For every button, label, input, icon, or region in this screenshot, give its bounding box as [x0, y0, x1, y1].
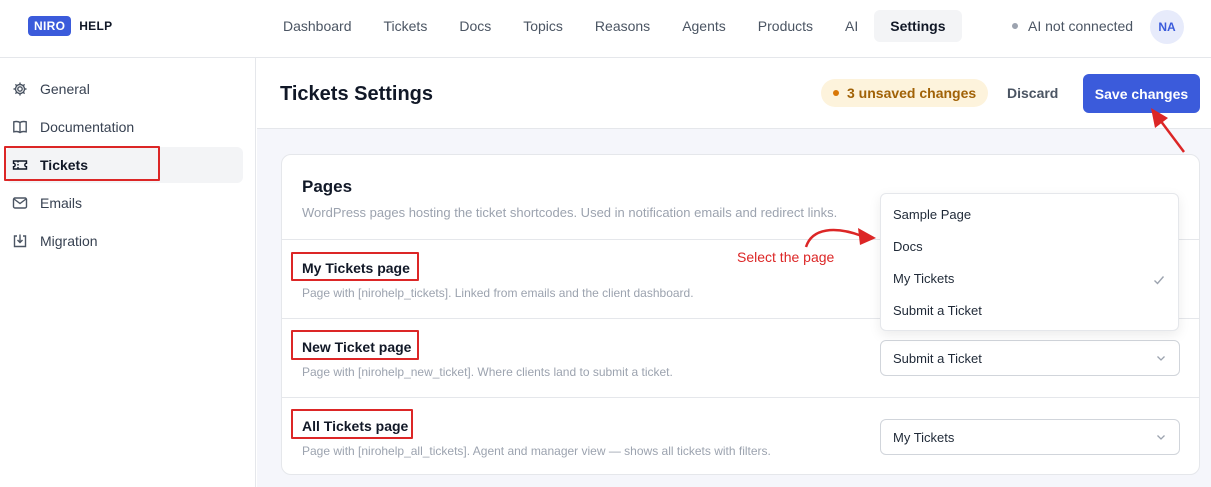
main-nav: Dashboard Tickets Docs Topics Reasons Ag…	[267, 10, 962, 42]
card-title: Pages	[302, 177, 353, 196]
sidebar-item-label: Documentation	[40, 119, 135, 135]
page-select-dropdown: Sample Page Docs My Tickets Submit a Tic…	[880, 193, 1179, 331]
dropdown-option-docs[interactable]: Docs	[893, 237, 923, 257]
discard-button[interactable]: Discard	[991, 78, 1074, 108]
avatar[interactable]: NA	[1150, 10, 1184, 44]
select-value: Submit a Ticket	[893, 350, 982, 366]
nav-dashboard[interactable]: Dashboard	[267, 10, 368, 42]
mail-icon	[12, 195, 28, 211]
dropdown-option-sample-page[interactable]: Sample Page	[893, 205, 971, 225]
row-all-tickets-page: All Tickets page Page with [nirohelp_all…	[282, 397, 1199, 476]
ai-status: AI not connected	[1012, 18, 1133, 34]
nav-ai[interactable]: AI	[829, 10, 874, 42]
save-changes-button[interactable]: Save changes	[1083, 74, 1200, 113]
status-dot	[1012, 23, 1018, 29]
nav-reasons[interactable]: Reasons	[579, 10, 666, 42]
unsaved-changes-badge: 3 unsaved changes	[821, 79, 989, 107]
sidebar-item-label: General	[40, 81, 90, 97]
highlight-my-tickets-label	[291, 252, 419, 281]
chevron-down-icon	[1157, 435, 1165, 440]
sidebar-item-general[interactable]: General	[6, 71, 243, 107]
highlight-tickets-sidebar	[4, 146, 160, 181]
gear-icon	[12, 81, 28, 97]
brand-logo[interactable]: NIRO HELP	[28, 16, 112, 36]
nav-tickets[interactable]: Tickets	[368, 10, 444, 42]
dropdown-option-submit-ticket[interactable]: Submit a Ticket	[893, 301, 982, 321]
brand-name: HELP	[79, 19, 113, 33]
page-title: Tickets Settings	[280, 83, 434, 105]
page-header: Tickets Settings 3 unsaved changes Disca…	[257, 58, 1211, 129]
dropdown-option-my-tickets[interactable]: My Tickets	[893, 269, 954, 289]
row-description: Page with [nirohelp_tickets]. Linked fro…	[302, 286, 694, 300]
ai-status-label: AI not connected	[1028, 18, 1134, 34]
card-description: WordPress pages hosting the ticket short…	[302, 205, 838, 220]
brand-badge: NIRO	[28, 16, 72, 36]
row-description: Page with [nirohelp_new_ticket]. Where c…	[302, 365, 673, 379]
unsaved-label: 3 unsaved changes	[847, 85, 977, 101]
nav-topics[interactable]: Topics	[507, 10, 579, 42]
sidebar-item-label: Emails	[40, 195, 83, 211]
top-bar: NIRO HELP Dashboard Tickets Docs Topics …	[0, 0, 1211, 58]
chevron-down-icon	[1157, 356, 1165, 361]
row-description: Page with [nirohelp_all_tickets]. Agent …	[302, 444, 771, 458]
nav-agents[interactable]: Agents	[666, 10, 742, 42]
check-icon	[1154, 276, 1165, 285]
highlight-new-ticket-label	[291, 330, 419, 360]
sidebar-item-migration[interactable]: Migration	[6, 223, 243, 259]
all-tickets-page-select[interactable]: My Tickets	[880, 419, 1180, 455]
import-icon	[12, 233, 28, 249]
unsaved-dot	[833, 90, 839, 96]
new-ticket-page-select[interactable]: Submit a Ticket	[880, 340, 1180, 376]
sidebar: General Documentation Tickets Emails Mig…	[0, 58, 256, 487]
sidebar-item-emails[interactable]: Emails	[6, 185, 243, 221]
nav-products[interactable]: Products	[742, 10, 829, 42]
book-icon	[12, 119, 28, 135]
sidebar-item-documentation[interactable]: Documentation	[6, 109, 243, 145]
nav-settings[interactable]: Settings	[874, 10, 962, 42]
nav-docs[interactable]: Docs	[443, 10, 507, 42]
annotation-label: Select the page	[737, 249, 835, 265]
highlight-all-tickets-label	[291, 409, 413, 439]
sidebar-item-label: Migration	[40, 233, 98, 249]
select-value: My Tickets	[893, 429, 955, 445]
